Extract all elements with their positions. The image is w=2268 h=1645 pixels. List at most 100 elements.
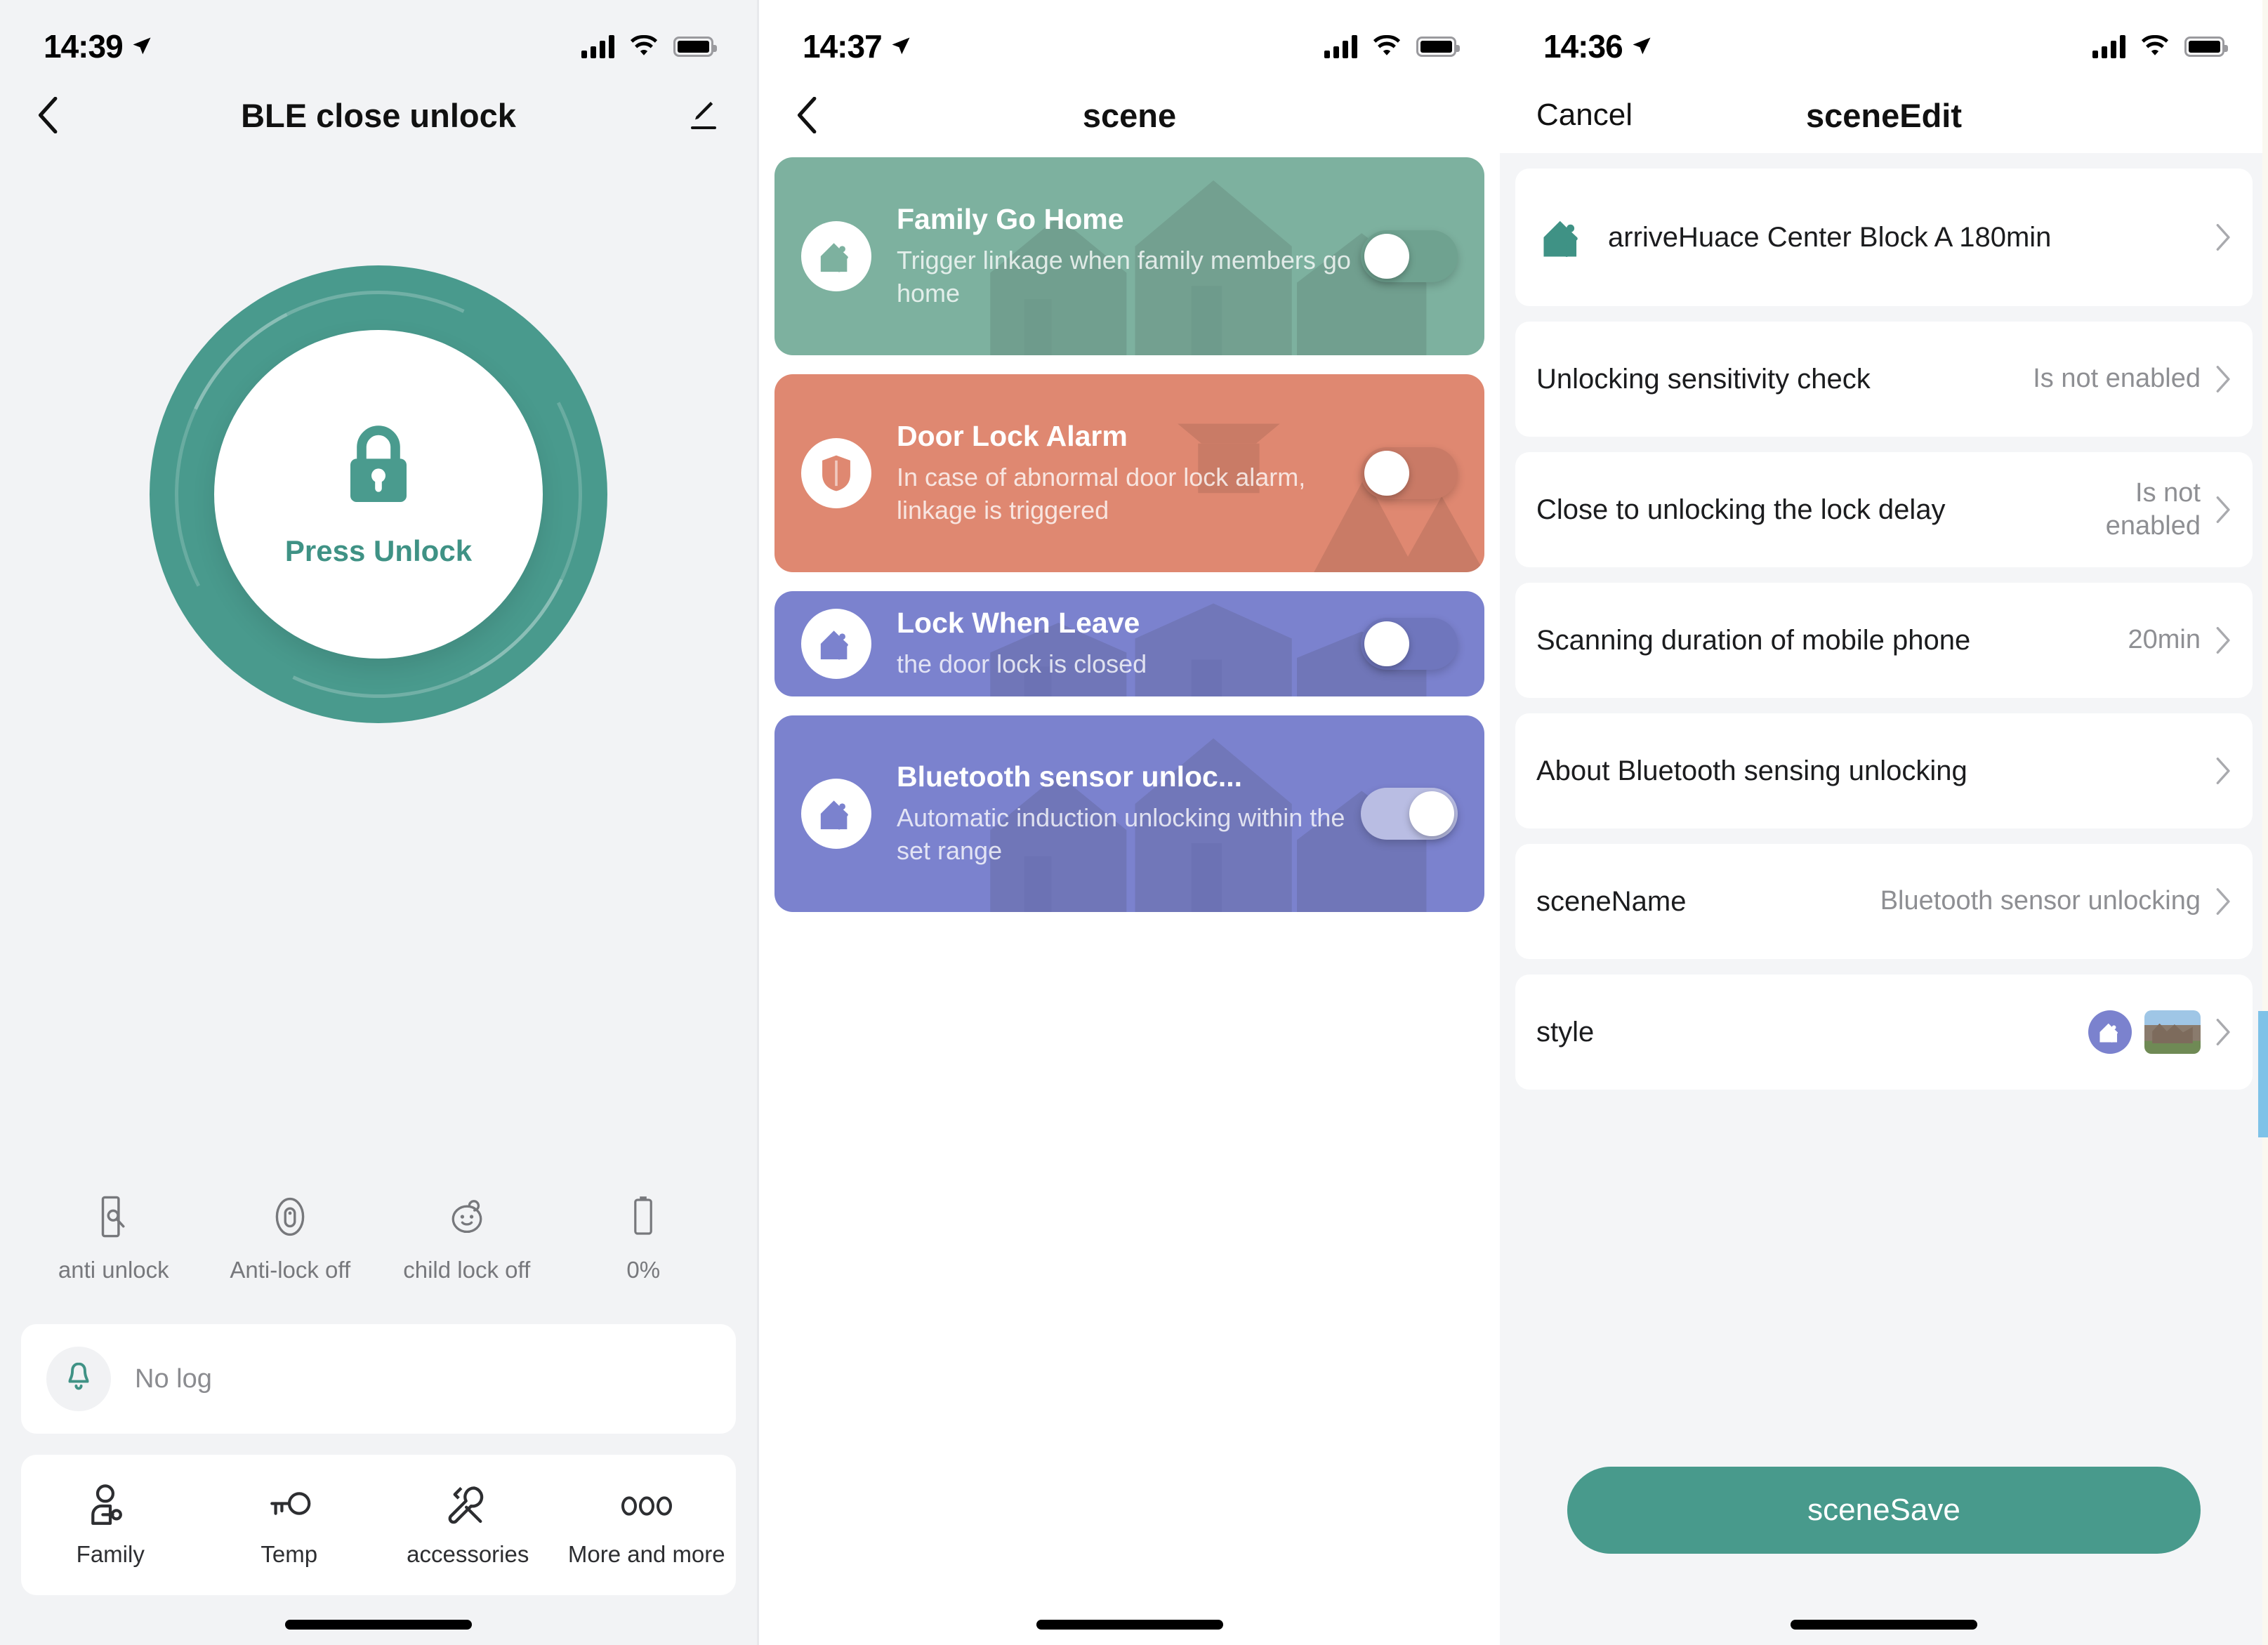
home-person-icon (2088, 1010, 2132, 1054)
status-item-label: anti unlock (58, 1257, 169, 1283)
scene-card-title: Door Lock Alarm (897, 420, 1128, 453)
row-about-bluetooth-sensing[interactable]: About Bluetooth sensing unlocking (1515, 713, 2253, 828)
scene-card-bluetooth-sensor-unlocking[interactable]: Bluetooth sensor unloc... Automatic indu… (774, 715, 1484, 912)
home-indicator (1036, 1620, 1223, 1630)
chevron-left-icon[interactable] (796, 97, 817, 133)
padlock-icon (350, 425, 407, 502)
scene-card-lock-when-leave[interactable]: Lock When Leave the door lock is closed (774, 591, 1484, 696)
unlock-ring[interactable]: Press Unlock (117, 233, 640, 755)
row-scene-name[interactable]: sceneName Bluetooth sensor unlocking (1515, 844, 2253, 959)
status-item-label: 0% (626, 1257, 661, 1283)
log-card[interactable]: No log (21, 1324, 736, 1434)
scene-card-family-go-home[interactable]: Family Go Home Trigger linkage when fami… (774, 157, 1484, 355)
tab-label: Temp (261, 1541, 318, 1567)
scene-card-text: Bluetooth sensor unloc... Automatic indu… (897, 760, 1361, 866)
cancel-button[interactable]: Cancel (1536, 98, 1633, 133)
chevron-right-icon (2216, 496, 2230, 523)
row-value: Is not enabled (2105, 477, 2201, 541)
tab-label: Family (76, 1541, 145, 1567)
status-item-label: child lock off (403, 1257, 531, 1283)
scene-card-title: Family Go Home (897, 203, 1124, 236)
status-item-child-lock[interactable]: child lock off (378, 1194, 555, 1283)
row-style[interactable]: style (1515, 975, 2253, 1090)
cellular-signal-icon (581, 34, 614, 58)
scene-card-door-lock-alarm[interactable]: Door Lock Alarm In case of abnormal door… (774, 374, 1484, 572)
shield-icon (801, 438, 871, 508)
status-item-battery[interactable]: 0% (555, 1194, 732, 1283)
status-item-label: Anti-lock off (230, 1257, 351, 1283)
scene-card-list: Family Go Home Trigger linkage when fami… (759, 157, 1500, 912)
nav-bar: Cancel sceneEdit (1500, 77, 2268, 153)
child-face-icon (447, 1194, 487, 1240)
scene-toggle-bluetooth-sensor-unlocking[interactable] (1361, 788, 1458, 840)
chevron-right-icon (2216, 627, 2230, 654)
row-arrive-location[interactable]: arriveHuace Center Block A 180min (1515, 169, 2253, 306)
nav-bar: BLE close unlock (0, 77, 757, 153)
scene-card-subtitle: In case of abnormal door lock alarm, lin… (897, 463, 1306, 524)
battery-vertical-icon (632, 1194, 654, 1240)
style-preview (2088, 1010, 2201, 1054)
cellular-signal-icon (2092, 34, 2125, 58)
cellular-signal-icon (1324, 34, 1357, 58)
row-unlocking-sensitivity-check[interactable]: Unlocking sensitivity check Is not enabl… (1515, 322, 2253, 437)
toggle-knob (1364, 234, 1409, 279)
tab-family[interactable]: Family (21, 1482, 200, 1568)
scene-toggle-door-lock-alarm[interactable] (1361, 447, 1458, 499)
tab-accessories[interactable]: accessories (378, 1482, 558, 1568)
adjacent-screen-highlight (2258, 1011, 2268, 1137)
tab-more[interactable]: More and more (558, 1482, 737, 1568)
scene-toggle-lock-when-leave[interactable] (1361, 618, 1458, 670)
home-person-icon (801, 609, 871, 679)
wifi-icon (1373, 34, 1401, 55)
home-indicator (1791, 1620, 1977, 1630)
wifi-icon (630, 34, 658, 55)
chevron-right-icon (2216, 758, 2230, 784)
chevron-right-icon (2216, 1019, 2230, 1045)
tab-temp[interactable]: Temp (200, 1482, 379, 1568)
row-label: style (1536, 1016, 1595, 1048)
row-value: 20min (2128, 625, 2201, 655)
chevron-left-icon[interactable] (37, 97, 58, 133)
battery-icon (2184, 36, 2228, 57)
location-arrow-icon (133, 37, 151, 55)
row-close-to-unlocking-delay[interactable]: Close to unlocking the lock delay Is not… (1515, 452, 2253, 567)
page-title: BLE close unlock (241, 96, 516, 134)
toggle-knob (1364, 621, 1409, 666)
press-unlock-label: Press Unlock (284, 534, 473, 567)
scene-edit-body: arriveHuace Center Block A 180min Unlock… (1500, 153, 2268, 1645)
press-unlock-button[interactable]: Press Unlock (214, 330, 543, 659)
unlock-button-area: Press Unlock (0, 233, 757, 755)
status-time: 14:37 (803, 28, 883, 65)
row-scanning-duration[interactable]: Scanning duration of mobile phone 20min (1515, 583, 2253, 698)
status-bar: 14:36 (1500, 0, 2268, 77)
temp-key-icon (267, 1482, 312, 1530)
lock-status-row: anti unlock Anti-lock off child lock off… (0, 1194, 757, 1283)
scene-toggle-family-go-home[interactable] (1361, 230, 1458, 282)
row-value: Is not enabled (2033, 364, 2201, 394)
row-label: About Bluetooth sensing unlocking (1536, 755, 1967, 786)
home-person-icon (801, 221, 871, 291)
scene-card-title: Bluetooth sensor unloc... (897, 760, 1243, 793)
scene-card-title: Lock When Leave (897, 607, 1140, 640)
chevron-right-icon (2216, 224, 2230, 251)
row-label: Unlocking sensitivity check (1536, 363, 1871, 395)
scene-card-subtitle: the door lock is closed (897, 649, 1147, 679)
status-bar-left: 14:37 (803, 27, 911, 65)
chevron-right-icon (2216, 888, 2230, 915)
status-bar-left: 14:39 (44, 27, 152, 65)
status-item-anti-unlock[interactable]: anti unlock (25, 1194, 202, 1283)
row-label: Scanning duration of mobile phone (1536, 624, 1971, 656)
three-phone-screenshots: 14:39 BLE close unlock Press Unlock anti… (0, 0, 2268, 1645)
battery-icon (673, 36, 717, 57)
tab-label: More and more (567, 1541, 725, 1567)
location-arrow-icon (892, 37, 910, 55)
row-label: arriveHuace Center Block A 180min (1608, 221, 2052, 253)
panel-ble-close-unlock: 14:39 BLE close unlock Press Unlock anti… (0, 0, 757, 1645)
battery-icon (1416, 36, 1460, 57)
home-person-icon (801, 779, 871, 849)
wifi-icon (2141, 34, 2169, 55)
save-button[interactable]: sceneSave (1567, 1467, 2201, 1554)
pencil-edit-icon[interactable] (687, 98, 720, 132)
status-item-anti-lock[interactable]: Anti-lock off (202, 1194, 379, 1283)
nav-bar: scene (759, 77, 1500, 153)
